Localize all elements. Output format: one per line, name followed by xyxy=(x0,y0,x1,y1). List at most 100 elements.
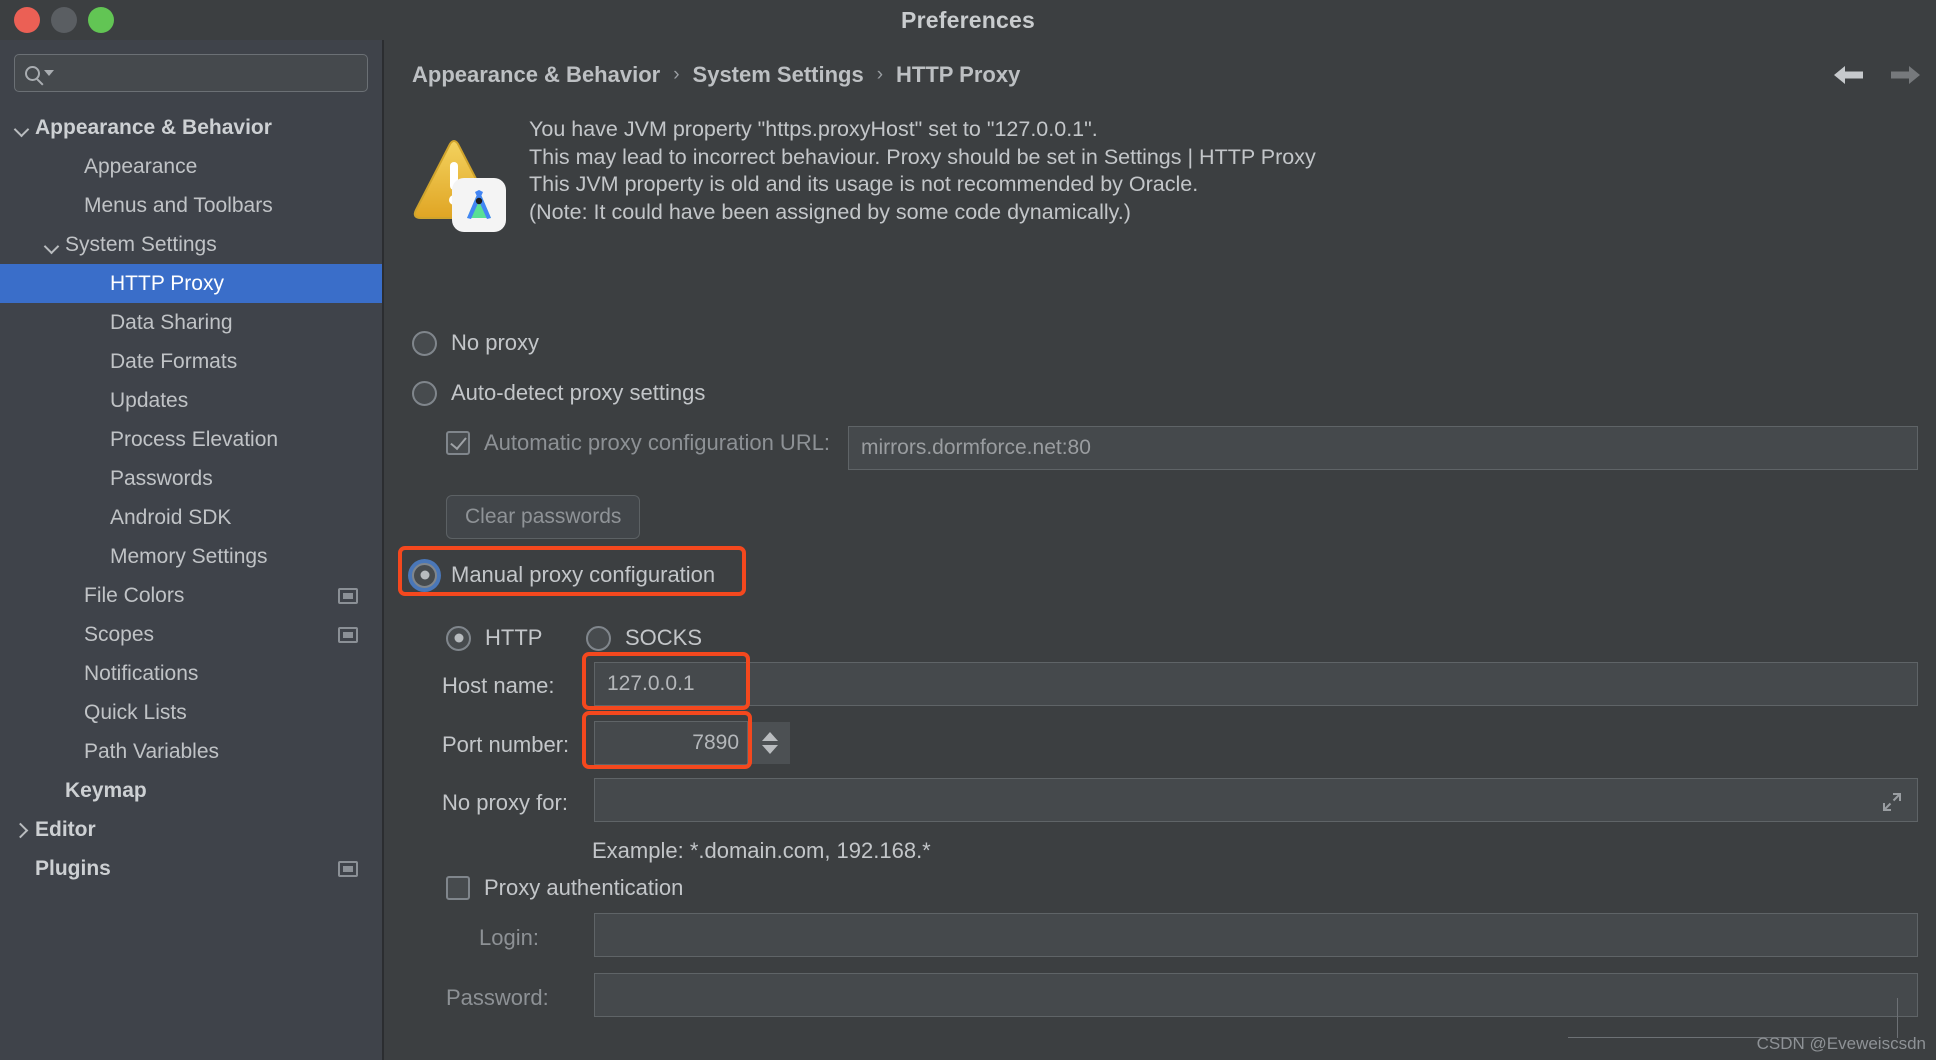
chevron-right-icon[interactable] xyxy=(14,823,28,837)
sidebar-item-process-elevation[interactable]: Process Elevation xyxy=(0,420,382,459)
sidebar-item-passwords[interactable]: Passwords xyxy=(0,459,382,498)
sidebar-item-keymap[interactable]: Keymap xyxy=(0,771,382,810)
login-input[interactable] xyxy=(594,913,1918,957)
no-proxy-option[interactable]: No proxy xyxy=(412,330,539,356)
settings-sidebar: Appearance & Behavior Appearance Menus and… xyxy=(0,40,384,1060)
example-hint: Example: *.domain.com, 192.168.* xyxy=(592,838,931,863)
host-name-input[interactable]: 127.0.0.1 xyxy=(594,662,1918,706)
breadcrumb-separator: › xyxy=(876,64,884,85)
search-container xyxy=(0,40,382,92)
sidebar-item-date-formats[interactable]: Date Formats xyxy=(0,342,382,381)
watermark-rule-vertical xyxy=(1897,998,1898,1038)
port-number-stepper[interactable] xyxy=(748,722,790,764)
sidebar-item-label: Scopes xyxy=(84,622,155,646)
module-badge-icon xyxy=(338,626,358,643)
back-arrow-icon[interactable] xyxy=(1832,60,1866,90)
proxy-authentication-option[interactable]: Proxy authentication xyxy=(446,875,683,901)
stepper-down-icon[interactable] xyxy=(761,745,778,754)
socks-protocol-option[interactable]: SOCKS xyxy=(586,625,702,651)
sidebar-item-label: File Colors xyxy=(84,583,185,607)
no-proxy-for-input[interactable] xyxy=(594,778,1918,822)
sidebar-item-system-settings[interactable]: System Settings xyxy=(0,225,382,264)
port-number-input[interactable]: 7890 xyxy=(594,721,748,765)
socks-radio[interactable] xyxy=(586,625,611,651)
sidebar-item-data-sharing[interactable]: Data Sharing xyxy=(0,303,382,342)
android-studio-icon xyxy=(452,178,506,232)
clear-passwords-button[interactable]: Clear passwords xyxy=(446,495,641,539)
sidebar-item-path-variables[interactable]: Path Variables xyxy=(0,732,382,771)
sidebar-item-label: Updates xyxy=(110,388,189,412)
navigation-buttons xyxy=(1832,60,1922,90)
sidebar-item-android-sdk[interactable]: Android SDK xyxy=(0,498,382,537)
sidebar-item-label: System Settings xyxy=(65,232,217,256)
login-label: Login: xyxy=(479,925,539,950)
sidebar-item-label: Appearance xyxy=(84,154,198,178)
chevron-down-icon[interactable] xyxy=(44,238,58,252)
warning-line: You have JVM property "https.proxyHost" … xyxy=(529,117,1098,141)
search-input[interactable] xyxy=(14,54,368,92)
sidebar-item-label: Quick Lists xyxy=(84,700,187,724)
chevron-down-icon[interactable] xyxy=(14,121,28,135)
stepper-up-icon[interactable] xyxy=(761,732,778,741)
sidebar-item-quick-lists[interactable]: Quick Lists xyxy=(0,693,382,732)
breadcrumb-item[interactable]: HTTP Proxy xyxy=(896,62,1020,88)
warning-line: (Note: It could have been assigned by so… xyxy=(529,199,1131,224)
module-badge-icon xyxy=(338,587,358,604)
expand-icon[interactable] xyxy=(1881,791,1903,813)
sidebar-item-appearance[interactable]: Appearance xyxy=(0,147,382,186)
auto-config-url-option[interactable]: Automatic proxy configuration URL: xyxy=(446,430,830,456)
proxy-authentication-checkbox[interactable] xyxy=(446,876,470,900)
sidebar-item-label: Date Formats xyxy=(110,349,238,373)
auto-detect-option[interactable]: Auto-detect proxy settings xyxy=(412,380,705,406)
sidebar-item-label: Memory Settings xyxy=(110,544,268,568)
sidebar-item-label: Plugins xyxy=(35,856,111,880)
http-radio[interactable] xyxy=(446,625,471,651)
breadcrumb-item[interactable]: Appearance & Behavior xyxy=(412,62,660,88)
socks-label: SOCKS xyxy=(625,625,703,650)
warning-triangle-icon xyxy=(408,134,512,234)
warning-line: This JVM property is old and its usage i… xyxy=(529,172,1199,196)
title-bar: Preferences xyxy=(0,0,1936,40)
breadcrumb-item[interactable]: System Settings xyxy=(693,62,864,88)
search-icon xyxy=(25,65,40,81)
sidebar-item-editor[interactable]: Editor xyxy=(0,810,382,849)
sidebar-item-label: Passwords xyxy=(110,466,213,490)
warning-text: You have JVM property "https.proxyHost" … xyxy=(529,116,1316,226)
manual-proxy-option[interactable]: Manual proxy configuration xyxy=(412,562,715,588)
proxy-authentication-label: Proxy authentication xyxy=(484,875,684,900)
settings-tree: Appearance & Behavior Appearance Menus and… xyxy=(0,108,382,888)
http-protocol-option[interactable]: HTTP xyxy=(446,625,542,651)
http-label: HTTP xyxy=(485,625,543,650)
sidebar-item-label: Menus and Toolbars xyxy=(84,193,273,217)
no-proxy-for-label: No proxy for: xyxy=(442,790,568,815)
sidebar-item-label: Path Variables xyxy=(84,739,220,763)
forward-arrow-icon[interactable] xyxy=(1888,60,1922,90)
sidebar-item-notifications[interactable]: Notifications xyxy=(0,654,382,693)
password-input[interactable] xyxy=(594,973,1918,1017)
sidebar-item-menus-and-toolbars[interactable]: Menus and Toolbars xyxy=(0,186,382,225)
sidebar-item-memory-settings[interactable]: Memory Settings xyxy=(0,537,382,576)
sidebar-item-plugins[interactable]: Plugins xyxy=(0,849,382,888)
sidebar-item-http-proxy[interactable]: HTTP Proxy xyxy=(0,264,382,303)
auto-detect-radio[interactable] xyxy=(412,380,437,406)
no-proxy-radio[interactable] xyxy=(412,330,437,356)
manual-proxy-radio[interactable] xyxy=(412,562,437,588)
auto-config-url-input[interactable]: mirrors.dormforce.net:80 xyxy=(848,426,1918,470)
sidebar-item-updates[interactable]: Updates xyxy=(0,381,382,420)
sidebar-item-file-colors[interactable]: File Colors xyxy=(0,576,382,615)
auto-config-url-checkbox[interactable] xyxy=(446,431,470,455)
password-label: Password: xyxy=(446,985,549,1010)
sidebar-item-scopes[interactable]: Scopes xyxy=(0,615,382,654)
sidebar-item-appearance-behavior[interactable]: Appearance & Behavior xyxy=(0,108,382,147)
